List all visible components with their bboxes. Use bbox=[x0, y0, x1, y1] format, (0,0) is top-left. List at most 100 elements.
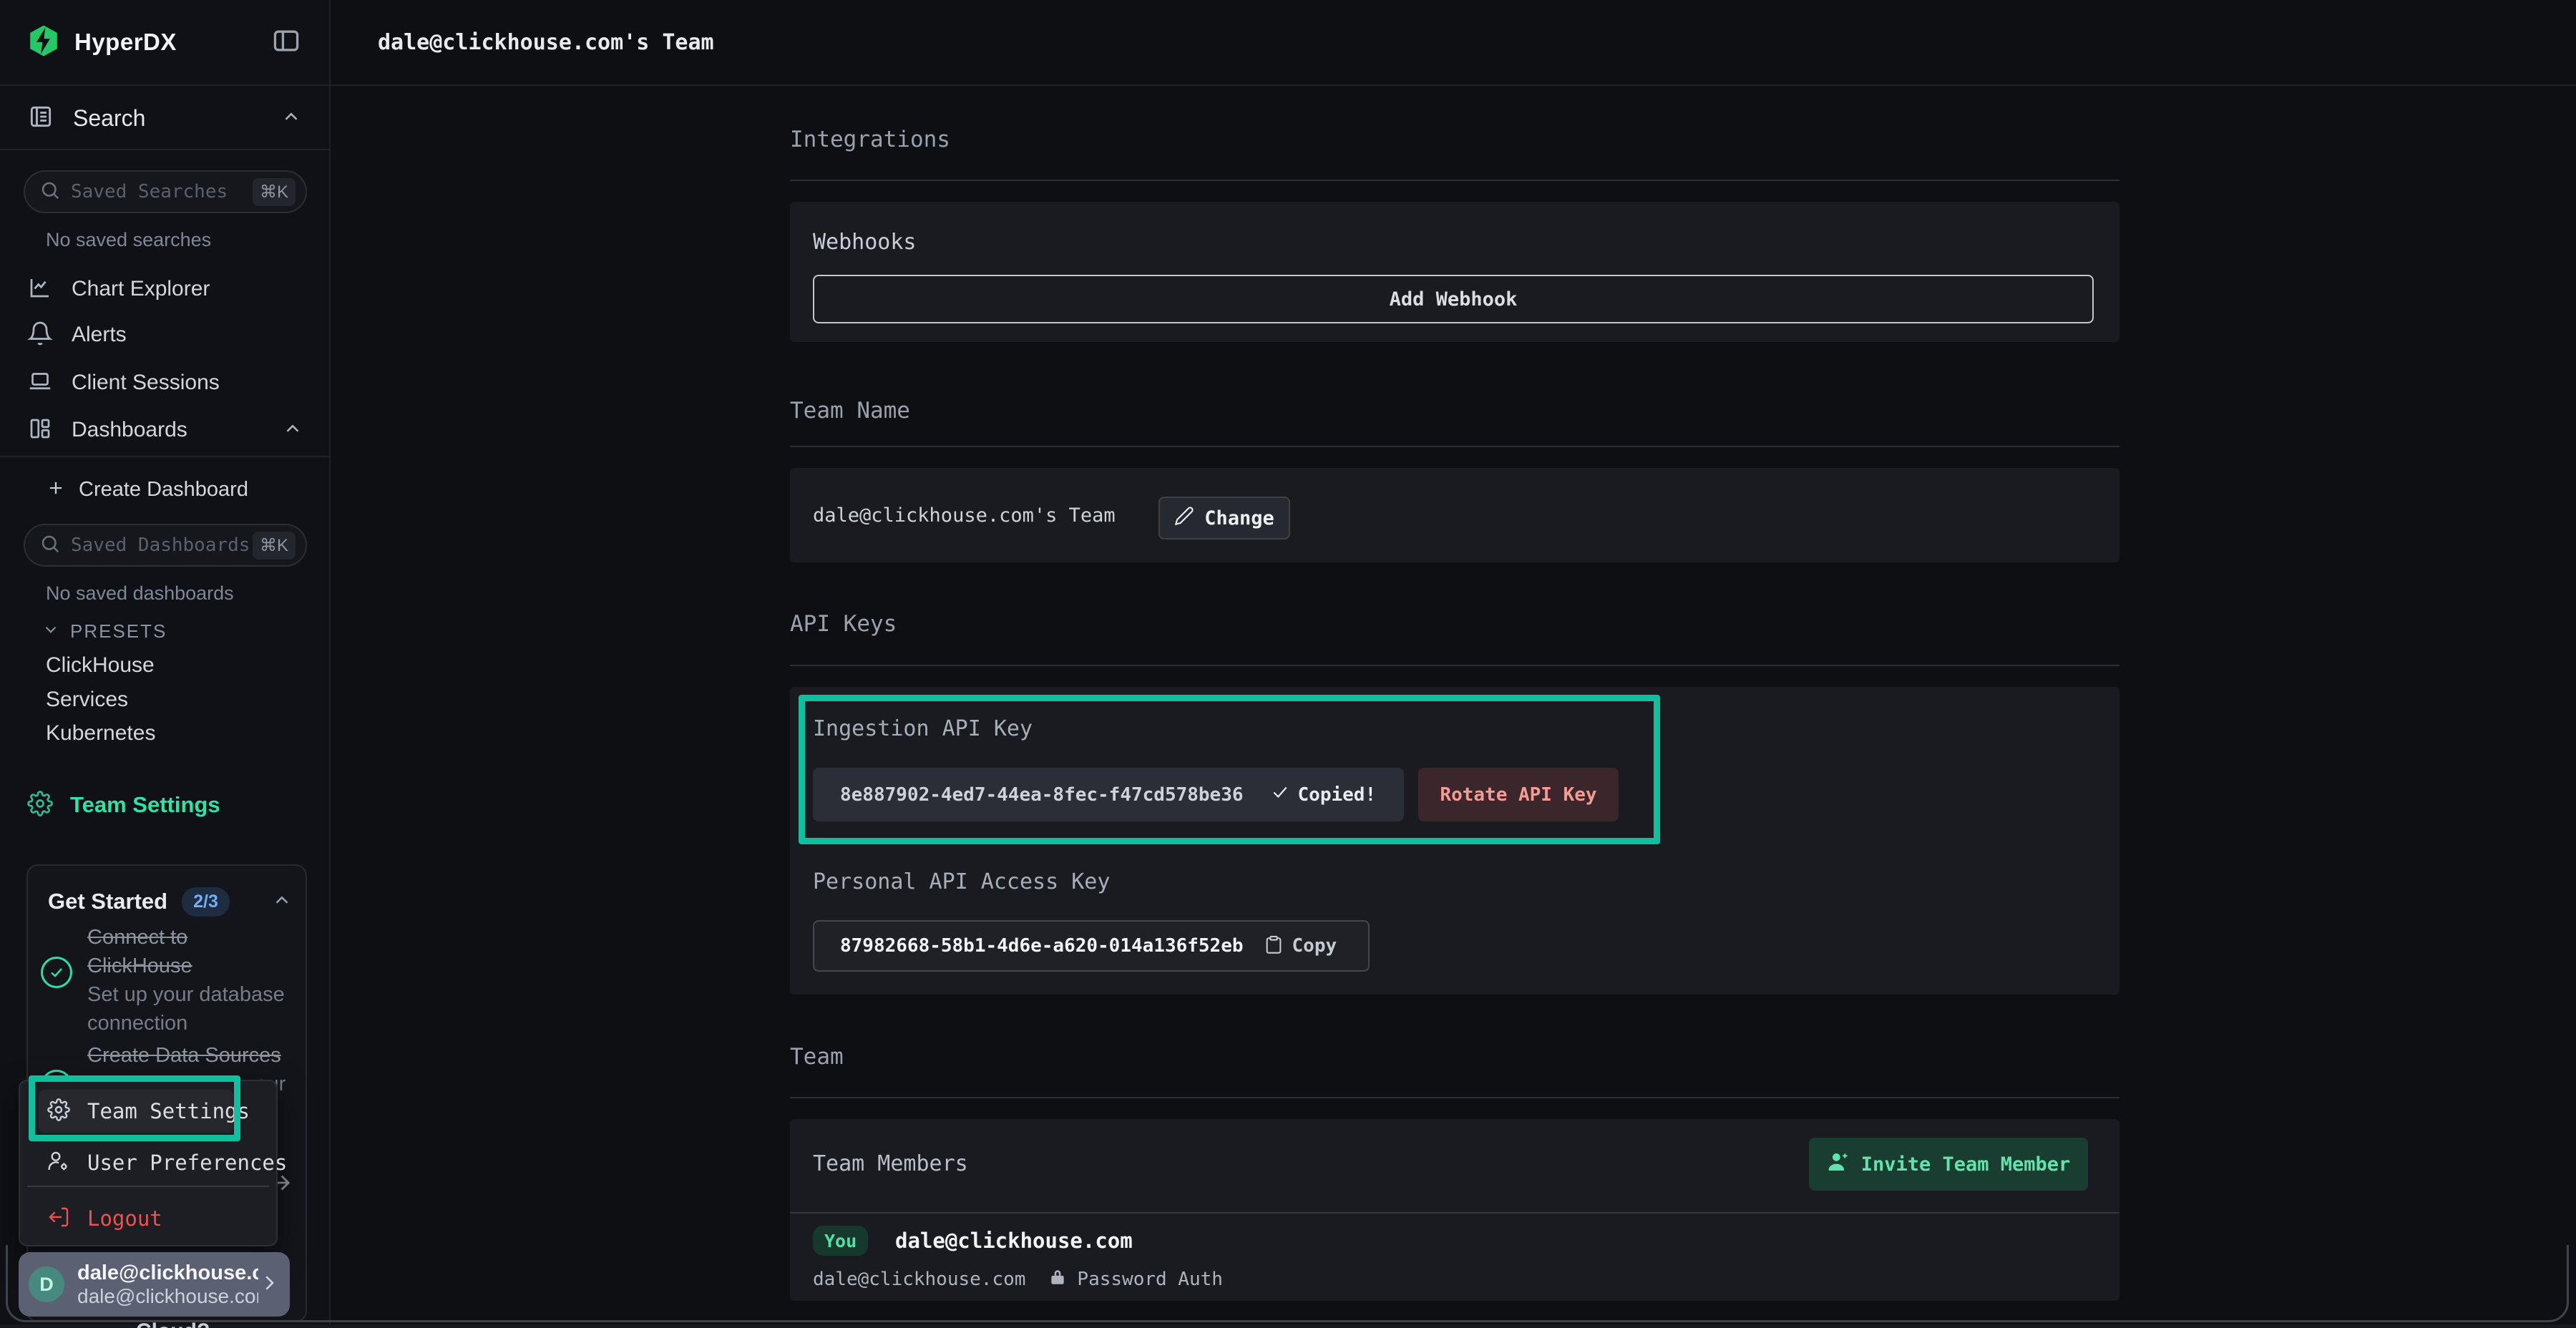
preset-label: Services bbox=[46, 688, 128, 712]
collapse-sidebar-icon[interactable] bbox=[270, 25, 302, 60]
api-keys-card: Ingestion API Key 8e887902-4ed7-44ea-8fe… bbox=[790, 687, 2119, 995]
ingestion-key-text: 8e887902-4ed7-44ea-8fec-f47cd578be36 bbox=[840, 784, 1244, 806]
page-header: dale@clickhouse.com's Team bbox=[331, 0, 2576, 86]
saved-searches-placeholder: Saved Searches bbox=[71, 181, 253, 202]
app-root: HyperDX Search Saved Searches ⌘K No save… bbox=[0, 0, 2576, 1328]
user-profile-button[interactable]: D dale@clickhouse.com dale@clickhouse.co… bbox=[19, 1252, 290, 1317]
laptop-icon bbox=[27, 368, 53, 398]
step-title-line: ClickHouse bbox=[87, 952, 302, 980]
saved-dashboards-input[interactable]: Saved Dashboards ⌘K bbox=[24, 524, 307, 567]
step-title-line: Connect to bbox=[87, 923, 302, 952]
no-saved-searches-text: No saved searches bbox=[46, 229, 211, 251]
pencil-icon bbox=[1174, 506, 1194, 531]
sidebar-section-search[interactable]: Search bbox=[0, 87, 329, 150]
create-dashboard-button[interactable]: Create Dashboard bbox=[0, 467, 331, 512]
copied-indicator: Copied! bbox=[1271, 783, 1377, 806]
chevron-up-icon[interactable] bbox=[282, 418, 303, 443]
plus-icon bbox=[46, 478, 66, 502]
clipboard-icon bbox=[1264, 934, 1284, 957]
webhooks-card: Webhooks Add Webhook bbox=[790, 202, 2119, 342]
menu-item-label: Team Settings bbox=[87, 1099, 250, 1123]
auth-method: Password Auth bbox=[1077, 1269, 1223, 1290]
sidebar-item-dashboards[interactable]: Dashboards bbox=[0, 407, 331, 453]
team-settings-label: Team Settings bbox=[70, 792, 220, 818]
copy-label: Copy bbox=[1292, 935, 1337, 957]
card-divider bbox=[790, 1212, 2119, 1214]
preset-item-services[interactable]: Services bbox=[46, 683, 128, 717]
copied-label: Copied! bbox=[1298, 784, 1377, 806]
invite-team-member-button[interactable]: Invite Team Member bbox=[1809, 1138, 2088, 1191]
ingestion-api-key-value[interactable]: 8e887902-4ed7-44ea-8fec-f47cd578be36 Cop… bbox=[813, 768, 1404, 821]
step-subtitle-line: connection bbox=[87, 1009, 302, 1038]
integrations-heading: Integrations bbox=[790, 122, 950, 157]
search-icon bbox=[39, 533, 61, 558]
saved-searches-input[interactable]: Saved Searches ⌘K bbox=[24, 170, 307, 213]
clipped-text-fragment: Cloud? bbox=[136, 1319, 210, 1328]
section-divider bbox=[790, 665, 2119, 666]
user-gear-icon bbox=[47, 1150, 70, 1176]
sidebar-item-chart-explorer[interactable]: Chart Explorer bbox=[0, 266, 331, 312]
sidebar-item-label: Chart Explorer bbox=[72, 277, 303, 301]
dashboard-grid-icon bbox=[27, 416, 53, 445]
step-title-line: Create Data Sources bbox=[87, 1041, 302, 1070]
preset-item-kubernetes[interactable]: Kubernetes bbox=[46, 716, 155, 751]
invite-label: Invite Team Member bbox=[1861, 1153, 2071, 1176]
add-webhook-button[interactable]: Add Webhook bbox=[813, 275, 2094, 323]
personal-api-key-label: Personal API Access Key bbox=[813, 867, 1110, 896]
menu-divider bbox=[27, 1186, 269, 1187]
team-name-heading: Team Name bbox=[790, 393, 910, 429]
add-webhook-label: Add Webhook bbox=[1390, 288, 1518, 311]
team-name-value: dale@clickhouse.com's Team bbox=[813, 501, 1116, 529]
presets-toggle[interactable]: PRESETS bbox=[42, 617, 167, 645]
search-icon bbox=[39, 180, 61, 205]
gear-icon bbox=[27, 791, 53, 820]
gear-icon bbox=[47, 1098, 70, 1124]
chevron-up-icon[interactable] bbox=[271, 889, 293, 914]
get-started-step[interactable]: Connect to ClickHouse Set up your databa… bbox=[87, 923, 302, 1038]
window-backdrop-strip bbox=[0, 1324, 2576, 1328]
rotate-api-key-button[interactable]: Rotate API Key bbox=[1418, 768, 1619, 821]
get-started-header[interactable]: Get Started 2/3 bbox=[48, 882, 293, 922]
sidebar-item-alerts[interactable]: Alerts bbox=[0, 312, 331, 358]
api-keys-heading: API Keys bbox=[790, 606, 897, 642]
member-details-row: dale@clickhouse.com Password Auth bbox=[813, 1266, 1223, 1292]
profile-name: dale@clickhouse.com bbox=[77, 1261, 258, 1285]
menu-item-team-settings[interactable]: Team Settings bbox=[39, 1090, 233, 1133]
section-divider bbox=[790, 446, 2119, 447]
profile-text: dale@clickhouse.com dale@clickhouse.com'… bbox=[77, 1261, 258, 1308]
chevron-up-icon[interactable] bbox=[280, 106, 302, 131]
progress-badge: 2/3 bbox=[182, 887, 230, 917]
sidebar: HyperDX Search Saved Searches ⌘K No save… bbox=[0, 0, 331, 1328]
chevron-down-icon bbox=[42, 620, 60, 643]
lock-icon bbox=[1048, 1268, 1067, 1292]
sidebar-item-label: Alerts bbox=[72, 323, 303, 347]
presets-label: PRESETS bbox=[70, 620, 167, 643]
section-divider bbox=[790, 180, 2119, 181]
team-members-title: Team Members bbox=[813, 1149, 968, 1178]
page-title: dale@clickhouse.com's Team bbox=[378, 30, 714, 55]
hyperdx-logo-icon bbox=[27, 24, 60, 61]
menu-item-logout[interactable]: Logout bbox=[39, 1198, 233, 1239]
user-menu: Team Settings User Preferences Logout bbox=[19, 1080, 278, 1246]
shortcut-badge: ⌘K bbox=[253, 532, 296, 560]
logout-icon bbox=[47, 1206, 70, 1231]
rotate-api-key-label: Rotate API Key bbox=[1440, 784, 1596, 806]
change-label: Change bbox=[1204, 507, 1274, 529]
create-dashboard-label: Create Dashboard bbox=[79, 478, 303, 502]
preset-label: ClickHouse bbox=[46, 653, 155, 678]
brand-name: HyperDX bbox=[74, 29, 270, 56]
team-members-card: Team Members Invite Team Member You dale… bbox=[790, 1119, 2119, 1301]
personal-api-key-value[interactable]: 87982668-58b1-4d6e-a620-014a136f52eb Cop… bbox=[813, 920, 1370, 972]
change-team-name-button[interactable]: Change bbox=[1158, 497, 1290, 540]
logo-row: HyperDX bbox=[0, 0, 329, 86]
no-saved-dashboards-text: No saved dashboards bbox=[46, 582, 234, 605]
sidebar-item-team-settings[interactable]: Team Settings bbox=[0, 782, 331, 828]
webhooks-title: Webhooks bbox=[813, 228, 917, 256]
sidebar-item-client-sessions[interactable]: Client Sessions bbox=[0, 360, 331, 406]
preset-item-clickhouse[interactable]: ClickHouse bbox=[46, 648, 155, 683]
preset-label: Kubernetes bbox=[46, 721, 155, 746]
menu-item-user-preferences[interactable]: User Preferences bbox=[39, 1143, 233, 1183]
check-icon bbox=[1271, 783, 1289, 806]
member-email: dale@clickhouse.com bbox=[813, 1269, 1025, 1290]
saved-dashboards-placeholder: Saved Dashboards bbox=[71, 534, 253, 556]
